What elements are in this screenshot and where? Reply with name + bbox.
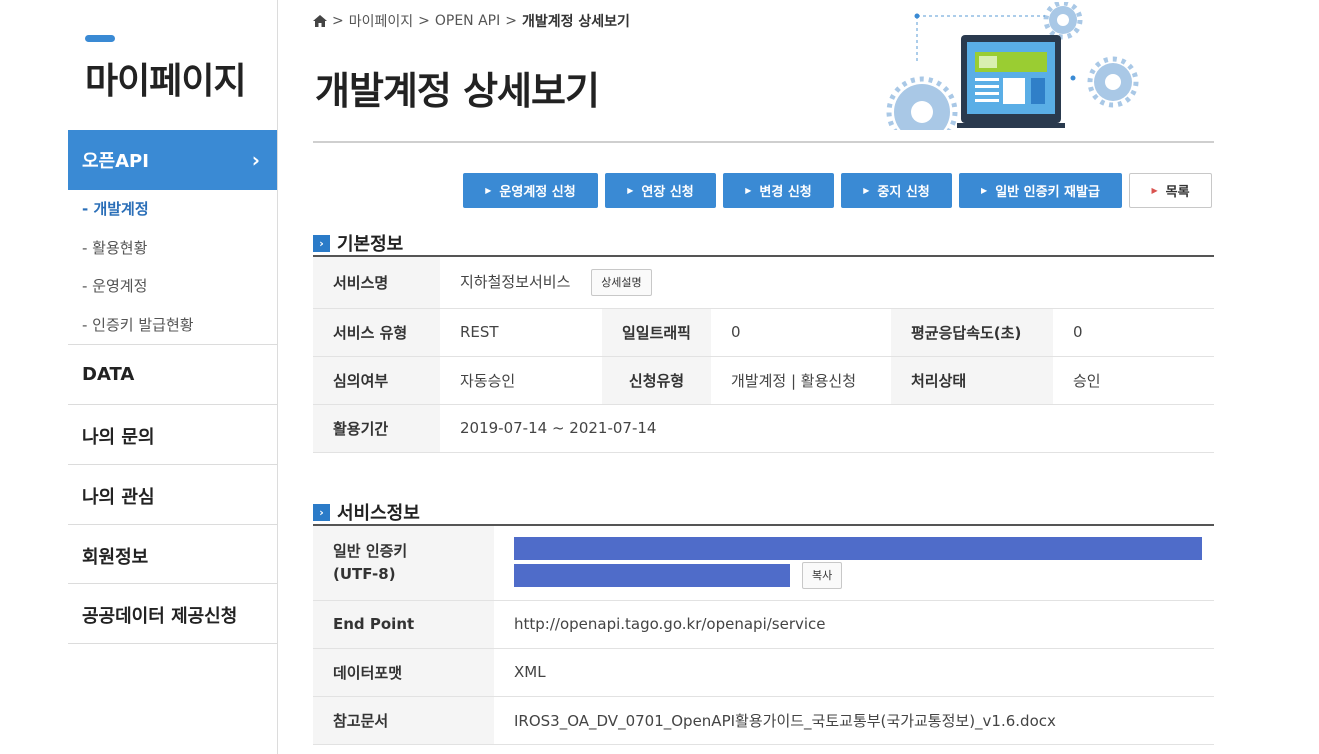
row-label: 서비스명 [313,257,440,309]
menu-divider [68,464,277,465]
row-label: 활용기간 [313,404,440,453]
header-divider [313,141,1214,143]
button-label: 중지 신청 [877,185,930,200]
period-value: 2019-07-14 ~ 2021-07-14 [440,404,1214,453]
breadcrumb-item[interactable]: 마이페이지 [349,11,413,31]
detail-description-button[interactable]: 상세설명 [591,268,652,296]
breadcrumb-separator: > [418,13,430,29]
sidebar-item-data-request[interactable]: 공공데이터 제공신청 [82,602,237,628]
table-row: 서비스명 지하철정보서비스 상세설명 [313,257,1214,309]
sidebar-title: 마이페이지 [85,61,247,102]
button-label: 목록 [1165,185,1190,200]
menu-divider [68,524,277,525]
breadcrumb-separator: > [332,13,344,29]
sidebar-submenu: - 개발계정 - 활용현황 - 운영계정 - 인증키 발급현황 [82,196,194,350]
row-label: 데이터포맷 [313,648,494,697]
breadcrumb-separator: > [505,13,517,29]
row-label-sub: (UTF-8) [333,564,396,583]
copy-button[interactable]: 복사 [802,561,843,589]
status-value: 승인 [1053,356,1214,405]
review-value: 자동승인 [440,356,602,405]
sidebar-item-inquiry[interactable]: 나의 문의 [82,423,155,449]
sidebar-item-interest[interactable]: 나의 관심 [82,483,155,509]
button-label: 변경 신청 [759,185,812,200]
row-label: 심의여부 [313,356,440,405]
row-label: 일반 인증키 [333,541,408,560]
section-title: 기본정보 [337,234,404,255]
triangle-right-icon: ▶ [1151,186,1158,195]
ops-account-request-button[interactable]: ▶ 운영계정 신청 [463,173,598,208]
triangle-right-icon: ▶ [863,186,870,195]
service-info-table: 일반 인증키 (UTF-8) 복사 End Point http://opena… [313,526,1214,745]
triangle-right-icon: ▶ [485,186,492,195]
triangle-right-icon: ▶ [981,186,988,195]
submenu-item-usage[interactable]: - 활용현황 [82,235,194,274]
menu-divider [68,583,277,584]
chevron-right-icon: › [251,148,260,172]
sidebar-item-open-api[interactable]: 오픈API › [68,130,277,190]
button-label: 연장 신청 [641,185,694,200]
sidebar: 마이페이지 오픈API › - 개발계정 - 활용현황 - 운영계정 - 인증키… [68,0,277,754]
sidebar-item-data[interactable]: DATA [82,364,134,385]
monitor-gears-illustration [886,2,1139,130]
submenu-item-ops-account[interactable]: - 운영계정 [82,273,194,312]
table-row: 활용기간 2019-07-14 ~ 2021-07-14 [313,404,1214,453]
change-request-button[interactable]: ▶ 변경 신청 [723,173,834,208]
sidebar-item-member-info[interactable]: 회원정보 [82,543,148,569]
submenu-item-dev-account[interactable]: - 개발계정 [82,196,194,235]
sidebar-accent-bar [85,35,115,42]
home-icon[interactable] [313,15,327,27]
table-row: 참고문서 IROS3_OA_DV_0701_OpenAPI활용가이드_국토교통부… [313,696,1214,745]
menu-divider [68,404,277,405]
table-row: 데이터포맷 XML [313,648,1214,697]
key-label-cell: 일반 인증키 (UTF-8) [313,526,494,601]
sidebar-item-label: 오픈API [82,151,149,172]
row-label: 처리상태 [891,356,1053,405]
api-key-redacted[interactable] [514,536,1202,560]
format-value: XML [494,648,1214,697]
list-button[interactable]: ▶ 목록 [1129,173,1212,208]
row-label: 서비스 유형 [313,308,440,357]
daily-traffic-value: 0 [711,308,891,357]
table-row: End Point http://openapi.tago.go.kr/open… [313,600,1214,649]
table-row: 심의여부 자동승인 신청유형 개발계정 | 활용신청 처리상태 승인 [313,356,1214,405]
arrow-right-square-icon: › [313,234,330,252]
row-label: 참고문서 [313,696,494,745]
row-label: 일일트래픽 [602,308,711,357]
table-row: 서비스 유형 REST 일일트래픽 0 평균응답속도(초) 0 [313,308,1214,357]
stop-request-button[interactable]: ▶ 중지 신청 [841,173,952,208]
service-type-value: REST [440,308,602,357]
row-label: 신청유형 [602,356,711,405]
breadcrumb: > 마이페이지 > OPEN API > 개발계정 상세보기 [313,11,630,31]
endpoint-value[interactable]: http://openapi.tago.go.kr/openapi/servic… [494,600,1214,649]
service-name-cell: 지하철정보서비스 상세설명 [440,257,1214,309]
basic-info-table: 서비스명 지하철정보서비스 상세설명 서비스 유형 REST 일일트래픽 0 평… [313,257,1214,453]
section-basic-info-heading: › 기본정보 [313,230,403,256]
service-name-value: 지하철정보서비스 [460,272,571,291]
sidebar-divider [277,0,278,754]
doc-link[interactable]: IROS3_OA_DV_0701_OpenAPI활용가이드_국토교통부(국가교통… [494,696,1214,745]
section-service-info-heading: › 서비스정보 [313,499,420,525]
triangle-right-icon: ▶ [627,186,634,195]
api-key-cell: 복사 [494,526,1214,601]
button-label: 운영계정 신청 [499,185,576,200]
row-label: End Point [313,600,494,649]
extend-request-button[interactable]: ▶ 연장 신청 [605,173,716,208]
api-key-row: 복사 [514,561,1202,589]
breadcrumb-item[interactable]: OPEN API [435,13,500,29]
page-title: 개발계정 상세보기 [315,69,600,113]
table-row: 일반 인증키 (UTF-8) 복사 [313,526,1214,601]
arrow-right-square-icon: › [313,503,330,521]
api-key-redacted[interactable] [514,563,790,587]
request-type-value: 개발계정 | 활용신청 [711,356,891,405]
triangle-right-icon: ▶ [745,186,752,195]
button-label: 일반 인증키 재발급 [995,185,1100,200]
menu-divider [68,643,277,644]
row-label: 평균응답속도(초) [891,308,1053,357]
reissue-key-button[interactable]: ▶ 일반 인증키 재발급 [959,173,1122,208]
avg-response-value: 0 [1053,308,1214,357]
section-title: 서비스정보 [337,503,420,524]
breadcrumb-current: 개발계정 상세보기 [522,14,630,30]
menu-divider [68,344,277,345]
